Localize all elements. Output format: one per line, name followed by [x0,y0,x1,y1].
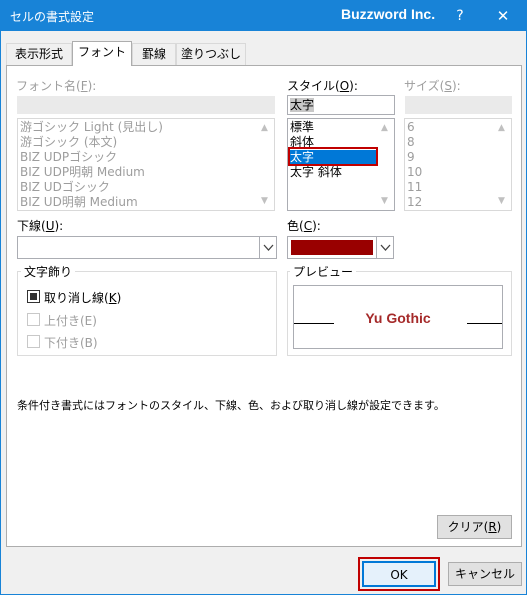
chevron-down-icon[interactable] [376,237,393,258]
style-input[interactable]: 太字 [287,95,395,115]
size-list-item[interactable]: 12 [407,195,422,210]
color-label: 色(C): [287,219,321,233]
font-list-item[interactable]: 游ゴシック (本文) [20,135,117,150]
size-list-scrollbar[interactable]: ▲ ▼ [493,120,510,209]
highlight-frame [288,147,378,166]
ok-button[interactable]: OK [362,561,436,587]
color-picker[interactable] [287,236,394,259]
dialog-title: セルの書式設定 [10,10,95,24]
scroll-up-icon[interactable]: ▲ [256,120,273,136]
tab-font[interactable]: フォント [72,41,132,66]
underline-label: 下線(U): [17,219,64,233]
font-list-item[interactable]: BIZ UDP明朝 Medium [20,165,145,180]
size-list[interactable]: 6 8 9 10 11 12 ▲ ▼ [404,118,512,211]
size-input[interactable] [405,96,512,114]
font-name-input[interactable] [17,96,275,114]
style-input-value: 太字 [290,98,315,112]
format-cells-dialog: セルの書式設定 Buzzword Inc. ? ✕ 表示形式 フォント 罫線 塗… [0,0,527,595]
style-list-scrollbar[interactable]: ▲ ▼ [376,120,393,209]
brand-label: Buzzword Inc. [341,6,436,22]
style-list-item[interactable]: 太字 斜体 [290,165,342,180]
close-button[interactable]: ✕ [480,1,526,31]
tab-number-format[interactable]: 表示形式 [6,43,72,65]
scroll-down-icon[interactable]: ▼ [376,193,393,209]
size-list-item[interactable]: 9 [407,150,415,165]
effects-group-title: 文字飾り [21,263,76,280]
superscript-label[interactable]: 上付き(E) [44,312,97,329]
size-label: サイズ(S): [404,79,461,93]
chevron-down-icon[interactable] [259,237,276,258]
subscript-checkbox[interactable] [27,335,40,348]
strikethrough-label[interactable]: 取り消し線(K) [44,289,121,306]
style-list-item[interactable]: 標準 [290,120,314,135]
title-bar: セルの書式設定 Buzzword Inc. ? ✕ [1,1,526,31]
size-list-item[interactable]: 10 [407,165,422,180]
scroll-down-icon[interactable]: ▼ [493,193,510,209]
font-list-item[interactable]: BIZ UDPゴシック [20,150,117,165]
size-list-item[interactable]: 11 [407,180,422,195]
scroll-up-icon[interactable]: ▲ [493,120,510,136]
font-list-scrollbar[interactable]: ▲ ▼ [256,120,273,209]
subscript-label[interactable]: 下付き(B) [44,334,98,351]
underline-select[interactable] [17,236,277,259]
tab-border[interactable]: 罫線 [132,43,176,65]
font-list-item[interactable]: BIZ UDゴシック [20,180,110,195]
info-text: 条件付き書式にはフォントのスタイル、下線、色、および取り消し線が設定できます。 [17,399,445,412]
help-button[interactable]: ? [437,1,483,31]
superscript-checkbox[interactable] [27,313,40,326]
preview-box: Yu Gothic [293,285,503,349]
color-swatch [291,240,373,255]
style-label: スタイル(O): [287,79,358,93]
font-list-item[interactable]: 游ゴシック Light (見出し) [20,120,163,135]
scroll-up-icon[interactable]: ▲ [376,120,393,136]
size-list-item[interactable]: 6 [407,120,415,135]
size-list-item[interactable]: 8 [407,135,415,150]
cancel-button[interactable]: キャンセル [448,562,522,586]
preview-group-title: プレビュー [290,263,357,280]
font-name-list[interactable]: 游ゴシック Light (見出し) 游ゴシック (本文) BIZ UDPゴシック… [17,118,275,211]
font-name-label: フォント名(F): [16,79,97,93]
strikethrough-checkbox[interactable] [27,290,40,303]
font-list-item[interactable]: BIZ UD明朝 Medium [20,195,138,210]
tab-fill[interactable]: 塗りつぶし [176,43,246,65]
preview-sample-text: Yu Gothic [365,310,431,326]
scroll-down-icon[interactable]: ▼ [256,193,273,209]
clear-button[interactable]: クリア(R) [437,515,512,539]
